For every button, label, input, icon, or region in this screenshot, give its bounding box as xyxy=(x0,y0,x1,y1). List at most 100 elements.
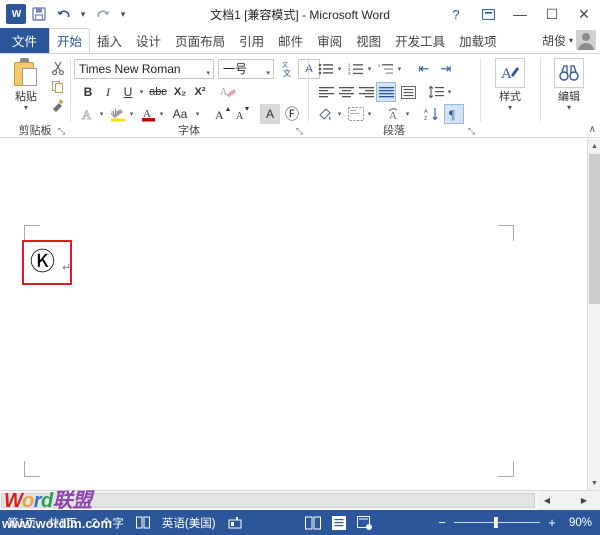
tab-page-layout[interactable]: 页面布局 xyxy=(168,28,232,53)
tab-mailings[interactable]: 邮件 xyxy=(271,28,310,53)
vertical-scroll-thumb[interactable] xyxy=(589,154,600,304)
tab-design[interactable]: 设计 xyxy=(129,28,168,53)
sort-icon[interactable]: A Z xyxy=(422,104,442,124)
view-print-layout-icon[interactable] xyxy=(326,512,352,533)
copy-icon[interactable] xyxy=(48,77,68,96)
status-word-count[interactable]: 2 个字 xyxy=(84,510,131,535)
ribbon-display-options-icon[interactable] xyxy=(472,1,504,27)
editing-button[interactable]: 编辑 ▾ xyxy=(552,58,586,112)
horizontal-scrollbar[interactable]: ◀ ▶ xyxy=(0,490,600,510)
underline-button[interactable]: U xyxy=(118,82,138,102)
scroll-right-button[interactable]: ▶ xyxy=(575,491,593,510)
vertical-scrollbar[interactable]: ▲ ▼ xyxy=(587,139,600,490)
justify-icon[interactable] xyxy=(376,82,396,102)
italic-button[interactable]: I xyxy=(98,82,118,102)
change-case-dropdown-icon[interactable]: ▾ xyxy=(192,104,203,124)
redo-icon[interactable] xyxy=(92,3,114,25)
scroll-up-button[interactable]: ▲ xyxy=(588,139,600,153)
status-page-info[interactable]: 第1页，共1页 xyxy=(0,510,84,535)
underline-dropdown-icon[interactable]: ▾ xyxy=(136,82,147,102)
text-effects-icon[interactable]: A xyxy=(78,104,98,124)
view-read-mode-icon[interactable] xyxy=(300,512,326,533)
status-language[interactable]: 英语(美国) xyxy=(155,510,223,535)
character-shading-icon[interactable]: A xyxy=(260,104,280,124)
proofing-errors-icon[interactable] xyxy=(131,510,155,535)
styles-button[interactable]: A 样式 ▾ xyxy=(493,58,527,112)
undo-icon[interactable] xyxy=(52,3,74,25)
customize-qat-icon[interactable]: ▾ xyxy=(116,3,130,25)
grow-font-icon[interactable]: A xyxy=(212,104,232,124)
highlight-color-icon[interactable]: ab xyxy=(108,104,128,124)
help-button[interactable]: ? xyxy=(440,1,472,27)
font-dialog-launcher[interactable]: ⤡ xyxy=(294,126,305,137)
zoom-in-button[interactable]: + xyxy=(546,515,558,530)
maximize-button[interactable]: ☐ xyxy=(536,1,568,27)
superscript-button[interactable]: X² xyxy=(190,82,210,102)
user-account[interactable]: 胡俊 ▾ xyxy=(542,30,596,50)
shrink-font-icon[interactable]: A xyxy=(232,104,252,124)
numbering-icon[interactable]: 1 2 3 xyxy=(346,59,366,79)
shading-dropdown-icon[interactable]: ▾ xyxy=(334,104,345,124)
view-web-layout-icon[interactable] xyxy=(352,512,378,533)
font-color-dropdown-icon[interactable]: ▾ xyxy=(156,104,167,124)
zoom-out-button[interactable]: − xyxy=(436,515,448,530)
font-color-icon[interactable]: A xyxy=(138,104,158,124)
distributed-align-icon[interactable] xyxy=(398,82,418,102)
paragraph-dialog-launcher[interactable]: ⤡ xyxy=(466,126,477,137)
show-formatting-marks-icon[interactable]: ¶ xyxy=(444,104,464,124)
decrease-indent-icon[interactable]: ⇤ xyxy=(414,59,434,79)
tab-developer[interactable]: 开发工具 xyxy=(388,28,452,53)
line-spacing-dropdown-icon[interactable]: ▾ xyxy=(444,82,455,102)
tab-review[interactable]: 审阅 xyxy=(310,28,349,53)
multilevel-dropdown-icon[interactable]: ▾ xyxy=(394,59,405,79)
increase-indent-icon[interactable]: ⇥ xyxy=(436,59,456,79)
format-painter-icon[interactable] xyxy=(48,96,68,115)
multilevel-list-icon[interactable]: a xyxy=(376,59,396,79)
font-name-combobox[interactable]: Times New Roman ▾ xyxy=(74,59,214,79)
change-case-button[interactable]: Aa xyxy=(168,104,192,124)
font-size-combobox[interactable]: 一号 ▾ xyxy=(218,59,274,79)
scroll-left-button[interactable]: ◀ xyxy=(538,491,556,510)
scroll-down-button[interactable]: ▼ xyxy=(588,476,600,490)
undo-dropdown-icon[interactable]: ▾ xyxy=(76,3,90,25)
zoom-slider[interactable] xyxy=(454,517,540,528)
align-left-icon[interactable] xyxy=(316,82,336,102)
cut-icon[interactable] xyxy=(48,58,68,77)
shading-icon[interactable] xyxy=(316,104,336,124)
text-effects-dropdown-icon[interactable]: ▾ xyxy=(96,104,107,124)
save-icon[interactable] xyxy=(28,3,50,25)
bold-button[interactable]: B xyxy=(78,82,98,102)
phonetic-guide-icon[interactable]: 文 文 xyxy=(278,59,300,79)
align-right-icon[interactable] xyxy=(356,82,376,102)
asian-layout-icon[interactable]: A xyxy=(384,104,404,124)
borders-icon[interactable] xyxy=(346,104,366,124)
tab-view[interactable]: 视图 xyxy=(349,28,388,53)
paste-button[interactable]: 粘贴 ▾ xyxy=(6,58,46,112)
close-button[interactable]: ✕ xyxy=(568,1,600,27)
bullets-dropdown-icon[interactable]: ▾ xyxy=(334,59,345,79)
borders-dropdown-icon[interactable]: ▾ xyxy=(364,104,375,124)
tab-addins[interactable]: 加载项 xyxy=(452,28,504,53)
collapse-ribbon-icon[interactable]: ∧ xyxy=(589,124,596,135)
numbering-dropdown-icon[interactable]: ▾ xyxy=(364,59,375,79)
tab-home[interactable]: 开始 xyxy=(49,28,91,53)
document-page[interactable]: Ⓚ ↵ xyxy=(0,139,587,490)
clipboard-dialog-launcher[interactable]: ⤡ xyxy=(56,126,67,137)
clear-formatting-icon[interactable]: A xyxy=(218,82,238,102)
macro-recording-icon[interactable] xyxy=(223,510,247,535)
horizontal-scroll-thumb[interactable] xyxy=(1,493,535,508)
tab-insert[interactable]: 插入 xyxy=(90,28,129,53)
tab-file[interactable]: 文件 xyxy=(0,28,50,53)
bullets-icon[interactable] xyxy=(316,59,336,79)
highlight-dropdown-icon[interactable]: ▾ xyxy=(126,104,137,124)
minimize-button[interactable]: — xyxy=(504,1,536,27)
strikethrough-button[interactable]: abc xyxy=(148,82,168,102)
align-center-icon[interactable] xyxy=(336,82,356,102)
subscript-button[interactable]: X₂ xyxy=(170,82,190,102)
tab-references[interactable]: 引用 xyxy=(232,28,271,53)
line-spacing-icon[interactable] xyxy=(426,82,446,102)
asian-layout-dropdown-icon[interactable]: ▾ xyxy=(402,104,413,124)
enclose-characters-icon[interactable]: Ⓕ xyxy=(282,104,302,124)
horizontal-scroll-track[interactable] xyxy=(0,491,538,510)
zoom-level-label[interactable]: 90% xyxy=(564,517,596,529)
